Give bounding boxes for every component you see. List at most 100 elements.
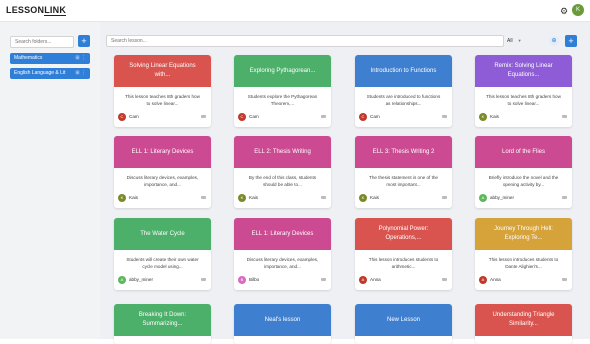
author-name: Anna (490, 277, 501, 282)
lesson-description: This lesson introduces students to Dante… (488, 257, 559, 269)
lesson-card[interactable]: Solving Linear Equations with... This les… (114, 55, 211, 127)
card-menu-icon[interactable] (442, 196, 447, 199)
author-name: abby_miner (129, 277, 154, 282)
card-menu-icon[interactable] (201, 196, 206, 199)
lesson-title[interactable]: The Water Cycle (114, 218, 211, 250)
author-avatar: K (479, 113, 487, 121)
app-logo[interactable]: LESSONLINK (6, 5, 67, 16)
lesson-footer: C Cam (114, 111, 211, 125)
lesson-title[interactable]: ELL 1: Literary Devices (114, 136, 211, 168)
author-avatar: K (118, 194, 126, 202)
lesson-title[interactable]: ELL 3: Thesis Writing 2 (355, 136, 452, 168)
lesson-title[interactable]: Neal's lesson (234, 304, 331, 336)
author-avatar: K (238, 194, 246, 202)
lesson-title[interactable]: Exploring Pythagorean... (234, 55, 331, 87)
add-folder-button[interactable]: + (78, 35, 90, 47)
sidebar: + Mathematics ⊞ ⋮ English Language & Lit… (0, 22, 100, 339)
lesson-title[interactable]: New Lesson (355, 304, 452, 336)
author-avatar: B (238, 276, 246, 284)
lesson-card[interactable]: Remix: Solving Linear Equations... This l… (475, 55, 572, 127)
lesson-title[interactable]: Journey Through Hell: Exploring Te... (475, 218, 572, 250)
author-avatar: A (359, 276, 367, 284)
card-menu-icon[interactable] (442, 115, 447, 118)
card-menu-icon[interactable] (562, 115, 567, 118)
lesson-card[interactable]: New Lesson (355, 304, 452, 344)
author-name: Cam (370, 114, 380, 119)
folder-options-icon[interactable]: ⊞ ⋮ (75, 68, 86, 79)
author-name: Kais (129, 195, 138, 200)
folder-label: English Language & Lit (14, 70, 66, 76)
card-menu-icon[interactable] (321, 278, 326, 281)
lesson-footer: C Cam (355, 111, 452, 125)
lesson-description: By the end of this class, students shoul… (248, 175, 317, 187)
lesson-card[interactable]: Exploring Pythagorean... Students explore… (234, 55, 331, 127)
lesson-footer: K Kais (475, 111, 572, 125)
globe-icon[interactable]: ⊕ (549, 36, 559, 46)
lesson-title[interactable]: Introduction to Functions (355, 55, 452, 87)
author-avatar: C (238, 113, 246, 121)
lesson-card[interactable]: ELL 2: Thesis Writing By the end of this … (234, 136, 331, 208)
author-name: Anna (370, 277, 381, 282)
lesson-description: This lesson teaches 8th graders how to s… (486, 94, 561, 106)
main-content: All▼ ⊕ + Solving Linear Equations with..… (100, 22, 590, 344)
gear-icon[interactable]: ⚙ (560, 6, 568, 17)
lesson-card[interactable]: Polynomial Power: Operations,... This les… (355, 218, 452, 290)
lesson-description: Discuss literary devices, examples, impo… (246, 257, 319, 269)
chevron-down-icon: ▼ (517, 38, 522, 43)
lesson-footer: K Kais (234, 192, 331, 206)
lesson-footer: C Cam (234, 111, 331, 125)
lesson-title[interactable]: ELL 1: Literary Devices (234, 218, 331, 250)
lesson-footer: A Anna (475, 274, 572, 288)
lesson-title[interactable]: Lord of the Flies (475, 136, 572, 168)
lesson-card[interactable]: Neal's lesson (234, 304, 331, 344)
lesson-footer: B Bilbo (234, 274, 331, 288)
card-menu-icon[interactable] (562, 196, 567, 199)
lesson-card[interactable]: Breaking It Down: Summarizing... (114, 304, 211, 344)
card-menu-icon[interactable] (562, 278, 567, 281)
lesson-card[interactable]: Lord of the Flies Briefly introduce the n… (475, 136, 572, 208)
lesson-search-input[interactable] (106, 35, 504, 47)
lesson-title[interactable]: Understanding Triangle Similarity... (475, 304, 572, 336)
lesson-description: Discuss literary devices, examples, impo… (126, 175, 199, 187)
card-menu-icon[interactable] (201, 115, 206, 118)
lesson-card[interactable]: The Water Cycle Students will create thei… (114, 218, 211, 290)
author-avatar: A (118, 276, 126, 284)
author-avatar: C (359, 113, 367, 121)
lesson-footer: Aabby_miner (475, 192, 572, 206)
lesson-title[interactable]: ELL 2: Thesis Writing (234, 136, 331, 168)
lesson-footer: K Kais (355, 192, 452, 206)
card-menu-icon[interactable] (442, 278, 447, 281)
lesson-title[interactable]: Breaking It Down: Summarizing... (114, 304, 211, 336)
folder-mathematics[interactable]: Mathematics ⊞ ⋮ (10, 53, 90, 64)
author-avatar: A (479, 276, 487, 284)
lesson-card[interactable]: ELL 3: Thesis Writing 2 The thesis statem… (355, 136, 452, 208)
lesson-description: This lesson introduces students to arith… (368, 257, 439, 269)
author-name: Kais (370, 195, 379, 200)
lesson-description: Students are introduced to functions as … (366, 94, 441, 106)
author-avatar: C (118, 113, 126, 121)
lesson-card[interactable]: ELL 1: Literary Devices Discuss literary … (114, 136, 211, 208)
lesson-footer: Aabby_miner (114, 274, 211, 288)
author-name: Kais (490, 114, 499, 119)
card-menu-icon[interactable] (321, 115, 326, 118)
folder-english[interactable]: English Language & Lit ⊞ ⋮ (10, 68, 90, 79)
lesson-title[interactable]: Polynomial Power: Operations,... (355, 218, 452, 250)
lesson-description: The thesis statement is one of the most … (369, 175, 438, 187)
lesson-card[interactable]: Introduction to Functions Students are in… (355, 55, 452, 127)
lesson-card[interactable]: Journey Through Hell: Exploring Te... Thi… (475, 218, 572, 290)
lesson-title[interactable]: Solving Linear Equations with... (114, 55, 211, 87)
lesson-description: Briefly introduce the novel and the open… (488, 175, 559, 187)
top-bar: LESSONLINK ⚙ K (0, 0, 590, 22)
folder-search-input[interactable] (10, 36, 74, 48)
filter-select[interactable]: All ▼ (507, 35, 527, 47)
card-menu-icon[interactable] (321, 196, 326, 199)
folder-label: Mathematics (14, 55, 43, 61)
add-lesson-button[interactable]: + (565, 35, 577, 47)
user-avatar[interactable]: K (572, 4, 584, 16)
lesson-card[interactable]: ELL 1: Literary Devices Discuss literary … (234, 218, 331, 290)
lesson-footer: K Kais (114, 192, 211, 206)
card-menu-icon[interactable] (201, 278, 206, 281)
lesson-card[interactable]: Understanding Triangle Similarity... (475, 304, 572, 344)
lesson-title[interactable]: Remix: Solving Linear Equations... (475, 55, 572, 87)
folder-options-icon[interactable]: ⊞ ⋮ (75, 53, 86, 64)
